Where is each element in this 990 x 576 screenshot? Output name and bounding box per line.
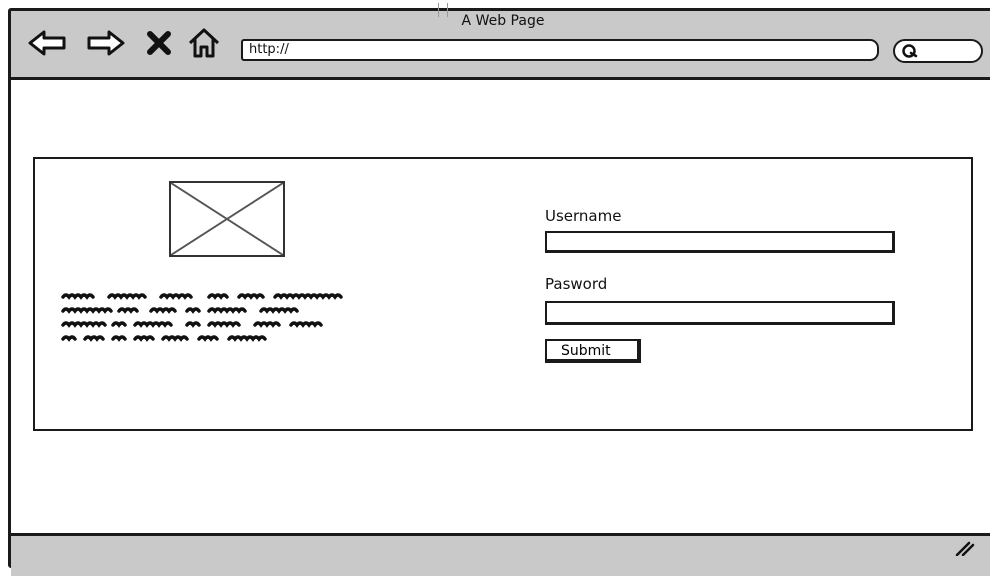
placeholder-text-block — [61, 293, 343, 342]
forward-button[interactable] — [86, 27, 126, 59]
back-arrow-icon — [28, 30, 66, 56]
login-panel: Username Pasword Submit — [33, 157, 973, 431]
forward-arrow-icon — [87, 30, 125, 56]
image-placeholder-icon — [171, 183, 283, 255]
password-input[interactable] — [545, 301, 895, 325]
status-bar — [11, 533, 990, 576]
stop-button[interactable] — [145, 27, 173, 59]
address-bar[interactable]: http:// — [241, 39, 879, 61]
image-placeholder — [169, 181, 285, 257]
username-input[interactable] — [545, 231, 895, 253]
password-label: Pasword — [545, 275, 608, 293]
resize-grip-icon[interactable] — [953, 540, 975, 556]
submit-button[interactable]: Submit — [545, 339, 641, 363]
browser-toolbar: A Web Page http:// — [11, 3, 990, 80]
home-icon — [188, 28, 220, 58]
search-field[interactable] — [893, 39, 983, 63]
close-icon — [147, 31, 171, 55]
home-button[interactable] — [187, 27, 221, 59]
search-icon — [902, 44, 918, 58]
username-label: Username — [545, 207, 622, 225]
back-button[interactable] — [27, 27, 67, 59]
browser-window: A Web Page http:// Username Pasword Subm… — [8, 3, 990, 576]
